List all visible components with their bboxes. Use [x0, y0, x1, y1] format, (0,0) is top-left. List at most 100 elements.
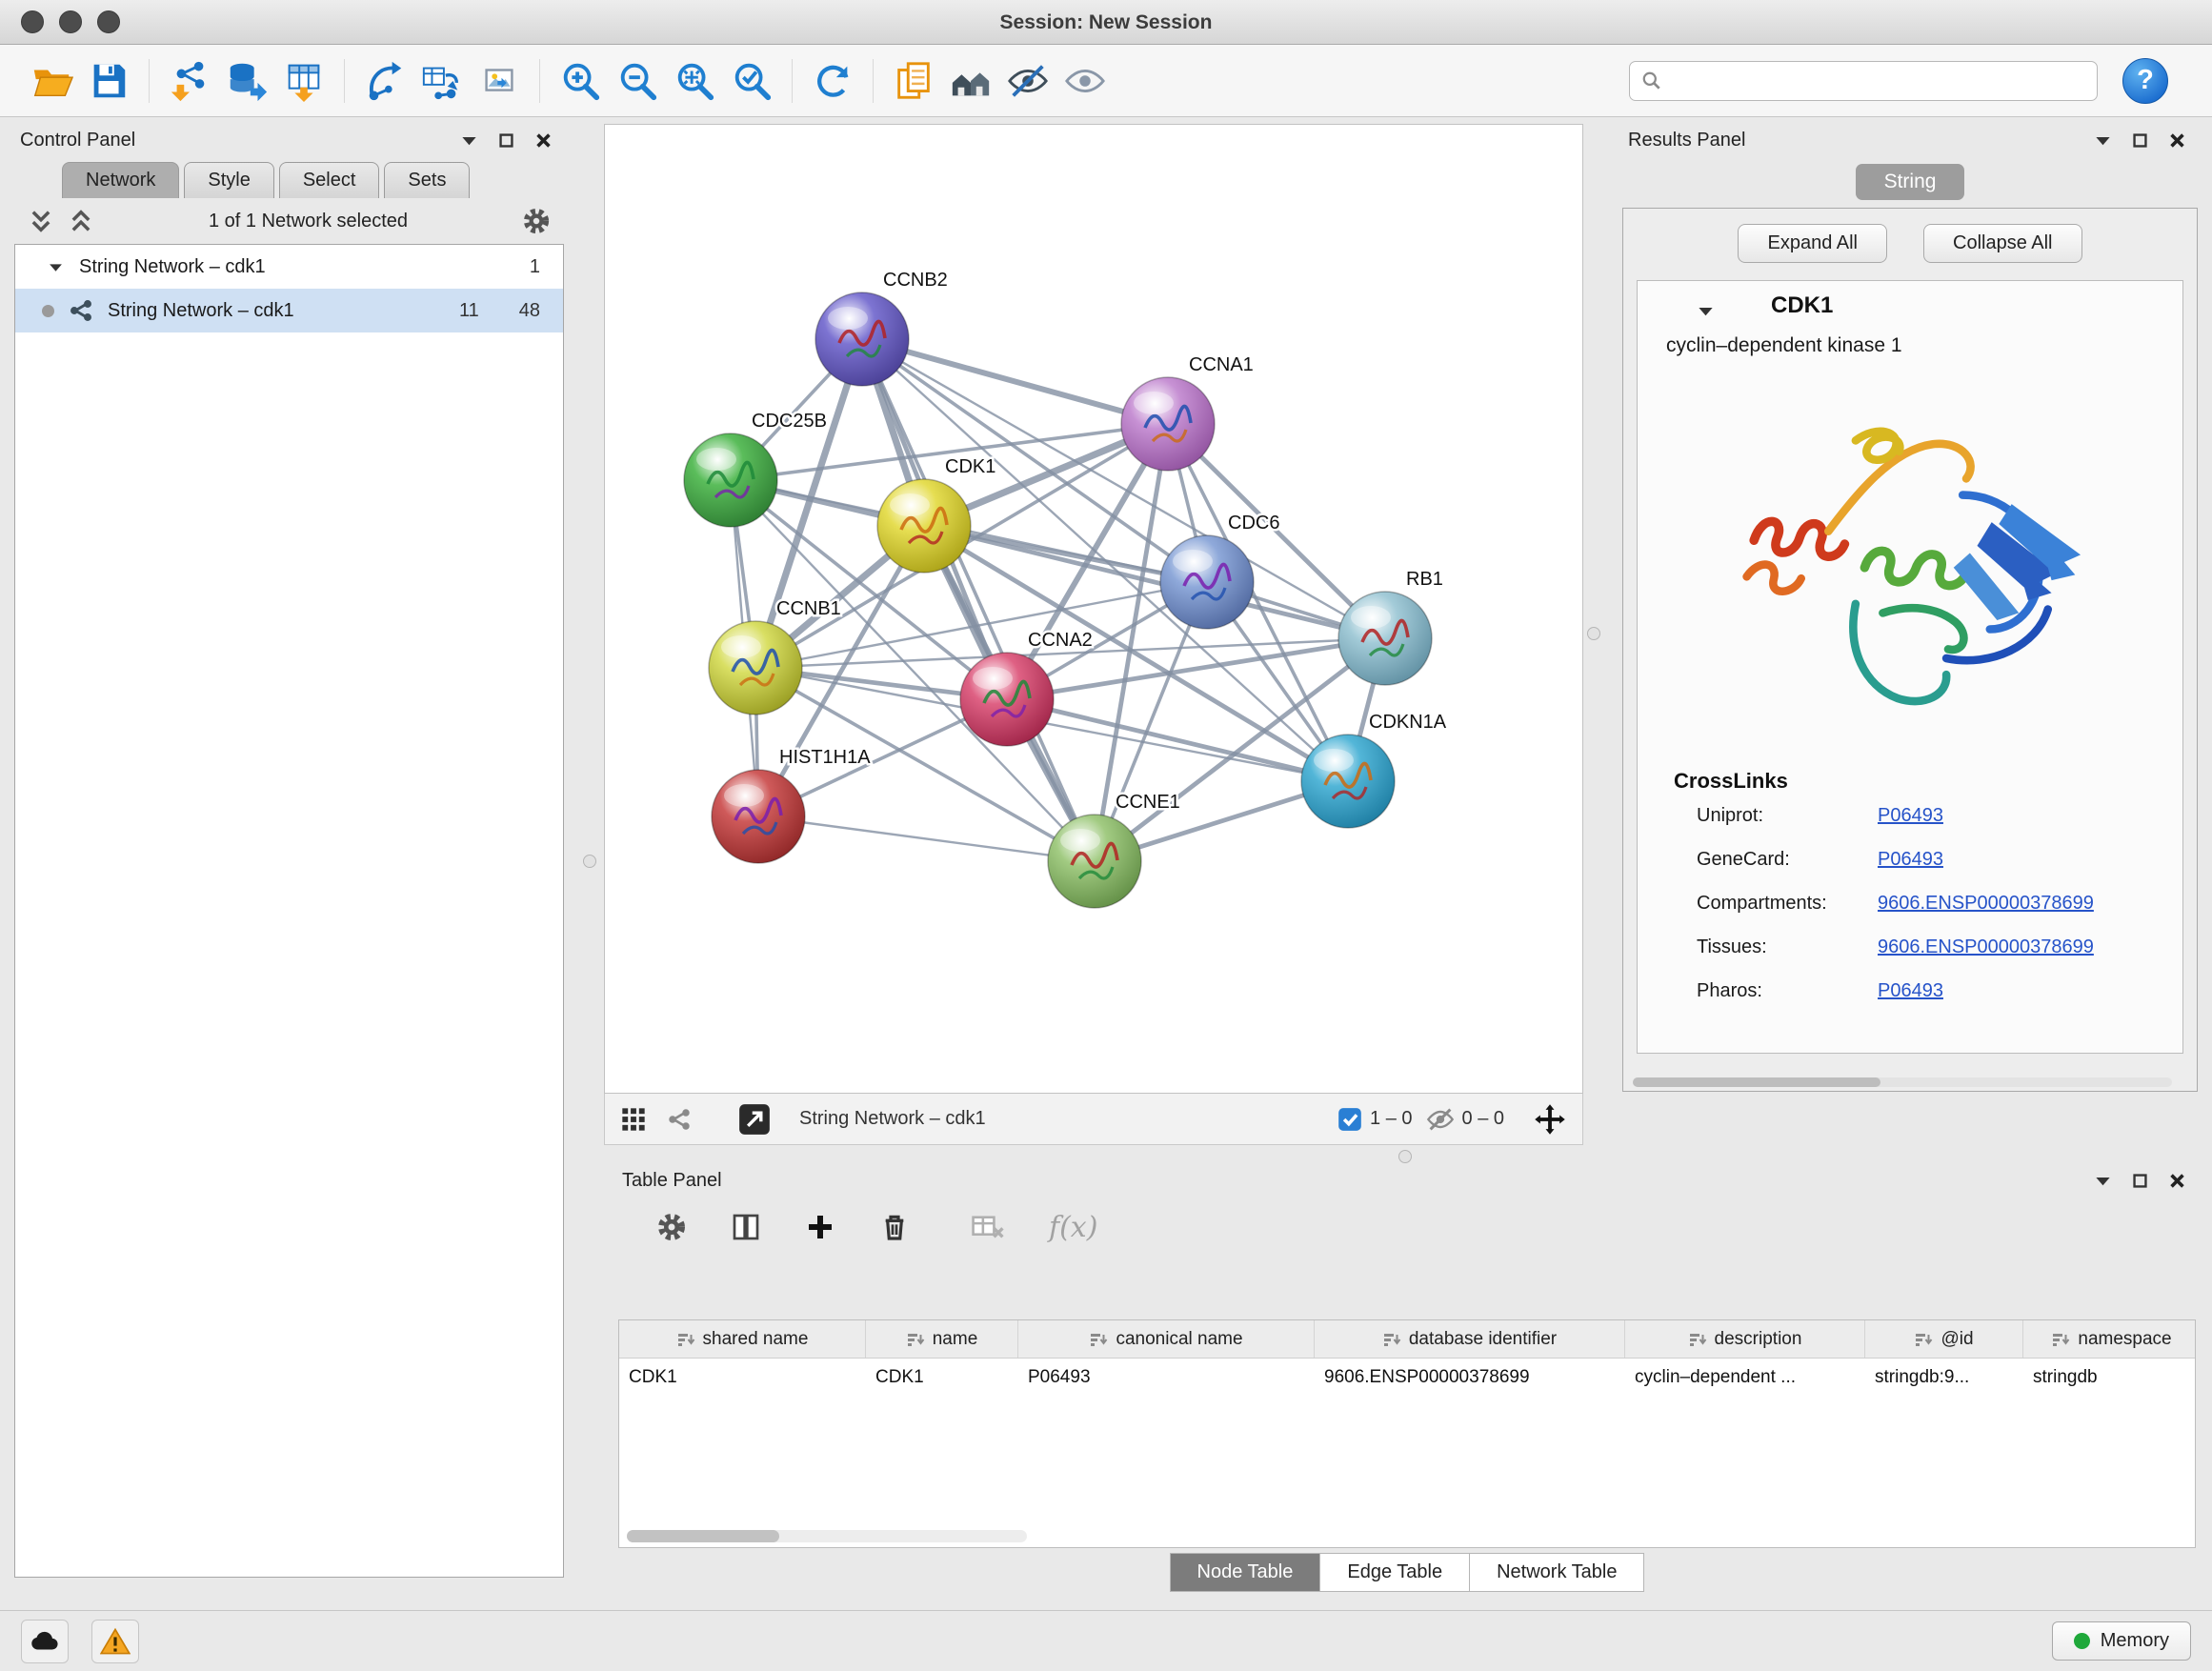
panel-close-button[interactable]	[2168, 1172, 2186, 1190]
zoom-out-button[interactable]	[609, 53, 666, 109]
hide-selected-button[interactable]	[999, 53, 1056, 109]
network-view[interactable]: CCNB2CCNA1CDC25BCDK1CDC6RB1CCNB1CCNA2CDK…	[604, 124, 1583, 1094]
delete-column-button[interactable]	[879, 1212, 910, 1242]
results-scrollbar[interactable]	[1633, 1077, 2172, 1087]
tab-node-table[interactable]: Node Table	[1170, 1553, 1321, 1592]
network-collection-row[interactable]: String Network – cdk1 1	[15, 245, 563, 289]
results-scrollbar-thumb[interactable]	[1633, 1077, 1880, 1087]
import-table-icon	[282, 59, 326, 103]
panel-close-button[interactable]	[2168, 131, 2186, 150]
network-row-selected[interactable]: String Network – cdk1 11 48	[15, 289, 563, 332]
column-header-shared-name[interactable]: shared name	[619, 1320, 866, 1358]
table-cell[interactable]: CDK1	[866, 1359, 1018, 1397]
expand-all-button[interactable]: Expand All	[1738, 224, 1887, 263]
panel-float-button[interactable]	[2094, 131, 2112, 150]
column-header-name[interactable]: name	[866, 1320, 1018, 1358]
panel-maximize-button[interactable]	[497, 131, 515, 150]
splitter-handle[interactable]	[583, 855, 596, 868]
import-network-from-file-button[interactable]	[161, 53, 218, 109]
control-panel-title: Control Panel	[20, 130, 135, 151]
panel-maximize-button[interactable]	[2131, 1172, 2149, 1190]
delete-table-button[interactable]	[971, 1212, 1005, 1242]
crosslink-value-link[interactable]: 9606.ENSP00000378699	[1878, 936, 2094, 958]
protein-collapse-button[interactable]	[1697, 302, 1715, 320]
table-scrollbar-thumb[interactable]	[627, 1530, 779, 1542]
tab-string[interactable]: String	[1856, 164, 1965, 200]
network-node-hist1h1a[interactable]: HIST1H1A	[712, 747, 871, 863]
create-column-button[interactable]	[805, 1212, 835, 1242]
import-table-from-file-button[interactable]	[275, 53, 332, 109]
column-header-database-identifier[interactable]: database identifier	[1315, 1320, 1625, 1358]
network-node-ccna1[interactable]: CCNA1	[1121, 354, 1254, 471]
selected-nodes-checkbox-icon[interactable]	[1337, 1107, 1362, 1132]
cloud-status-button[interactable]	[21, 1620, 69, 1663]
tab-style[interactable]: Style	[184, 162, 273, 198]
tab-sets[interactable]: Sets	[384, 162, 470, 198]
share-network-button[interactable]	[666, 1106, 693, 1133]
open-session-button[interactable]	[23, 53, 80, 109]
tab-select[interactable]: Select	[279, 162, 380, 198]
zoom-in-button[interactable]	[552, 53, 609, 109]
home-networks-button[interactable]	[942, 53, 999, 109]
network-node-ccnb2[interactable]: CCNB2	[815, 270, 948, 386]
export-image-button[interactable]	[471, 53, 528, 109]
network-edge[interactable]	[758, 816, 1095, 861]
refresh-layout-button[interactable]	[804, 53, 861, 109]
save-session-button[interactable]	[80, 53, 137, 109]
show-all-button[interactable]	[1056, 53, 1114, 109]
hidden-elements-eye-icon[interactable]	[1426, 1105, 1455, 1134]
pan-mode-button[interactable]	[1533, 1102, 1567, 1137]
global-search[interactable]	[1629, 61, 2098, 101]
panel-close-button[interactable]	[534, 131, 553, 150]
column-header-canonical-name[interactable]: canonical name	[1018, 1320, 1315, 1358]
column-header-description[interactable]: description	[1625, 1320, 1865, 1358]
tab-network[interactable]: Network	[62, 162, 179, 198]
import-network-from-database-button[interactable]	[218, 53, 275, 109]
table-cell[interactable]: stringdb:9...	[1865, 1359, 2023, 1397]
table-cell[interactable]: CDK1	[619, 1359, 866, 1397]
help-button[interactable]: ?	[2122, 58, 2168, 104]
crosslink-value-link[interactable]: P06493	[1878, 980, 1943, 1002]
collapse-tree-button[interactable]	[68, 208, 94, 234]
panel-float-button[interactable]	[2094, 1172, 2112, 1190]
copy-documents-button[interactable]	[885, 53, 942, 109]
gear-icon	[656, 1212, 687, 1242]
network-node-cdk1[interactable]: CDK1	[877, 456, 995, 573]
hidden-elements-counter: 0 – 0	[1462, 1108, 1504, 1130]
open-in-new-window-button[interactable]	[738, 1103, 771, 1136]
zoom-selected-button[interactable]	[723, 53, 780, 109]
expand-tree-button[interactable]	[28, 208, 54, 234]
network-graph[interactable]: CCNB2CCNA1CDC25BCDK1CDC6RB1CCNB1CCNA2CDK…	[605, 125, 1582, 1093]
search-input[interactable]	[1670, 70, 2085, 91]
table-cell[interactable]: stringdb	[2023, 1359, 2196, 1397]
crosslink-value-link[interactable]: 9606.ENSP00000378699	[1878, 893, 2094, 915]
network-edge[interactable]	[924, 526, 1385, 638]
network-options-button[interactable]	[522, 207, 551, 235]
table-cell[interactable]: P06493	[1018, 1359, 1315, 1397]
function-builder-button[interactable]: f(x)	[1049, 1211, 1097, 1244]
panel-float-button[interactable]	[460, 131, 478, 150]
column-header--id[interactable]: @id	[1865, 1320, 2023, 1358]
tab-edge-table[interactable]: Edge Table	[1320, 1553, 1470, 1592]
splitter-handle[interactable]	[1398, 1150, 1412, 1163]
crosslink-value-link[interactable]: P06493	[1878, 805, 1943, 827]
network-from-table-button[interactable]	[413, 53, 471, 109]
table-cell[interactable]: cyclin–dependent ...	[1625, 1359, 1865, 1397]
splitter-handle[interactable]	[1587, 627, 1600, 640]
network-node-rb1[interactable]: RB1	[1338, 569, 1443, 685]
crosslink-value-link[interactable]: P06493	[1878, 849, 1943, 871]
table-scrollbar[interactable]	[627, 1530, 1027, 1542]
table-options-button[interactable]	[656, 1212, 687, 1242]
show-columns-button[interactable]	[731, 1212, 761, 1242]
collapse-all-button[interactable]: Collapse All	[1923, 224, 2082, 263]
birds-eye-view-button[interactable]	[620, 1106, 647, 1133]
column-header-namespace[interactable]: namespace	[2023, 1320, 2196, 1358]
panel-maximize-button[interactable]	[2131, 131, 2149, 150]
table-cell[interactable]: 9606.ENSP00000378699	[1315, 1359, 1625, 1397]
network-edge[interactable]	[862, 339, 1095, 861]
memory-button[interactable]: Memory	[2052, 1621, 2191, 1661]
zoom-fit-button[interactable]	[666, 53, 723, 109]
tab-network-table[interactable]: Network Table	[1470, 1553, 1644, 1592]
new-network-button[interactable]	[356, 53, 413, 109]
warnings-button[interactable]	[91, 1620, 139, 1663]
